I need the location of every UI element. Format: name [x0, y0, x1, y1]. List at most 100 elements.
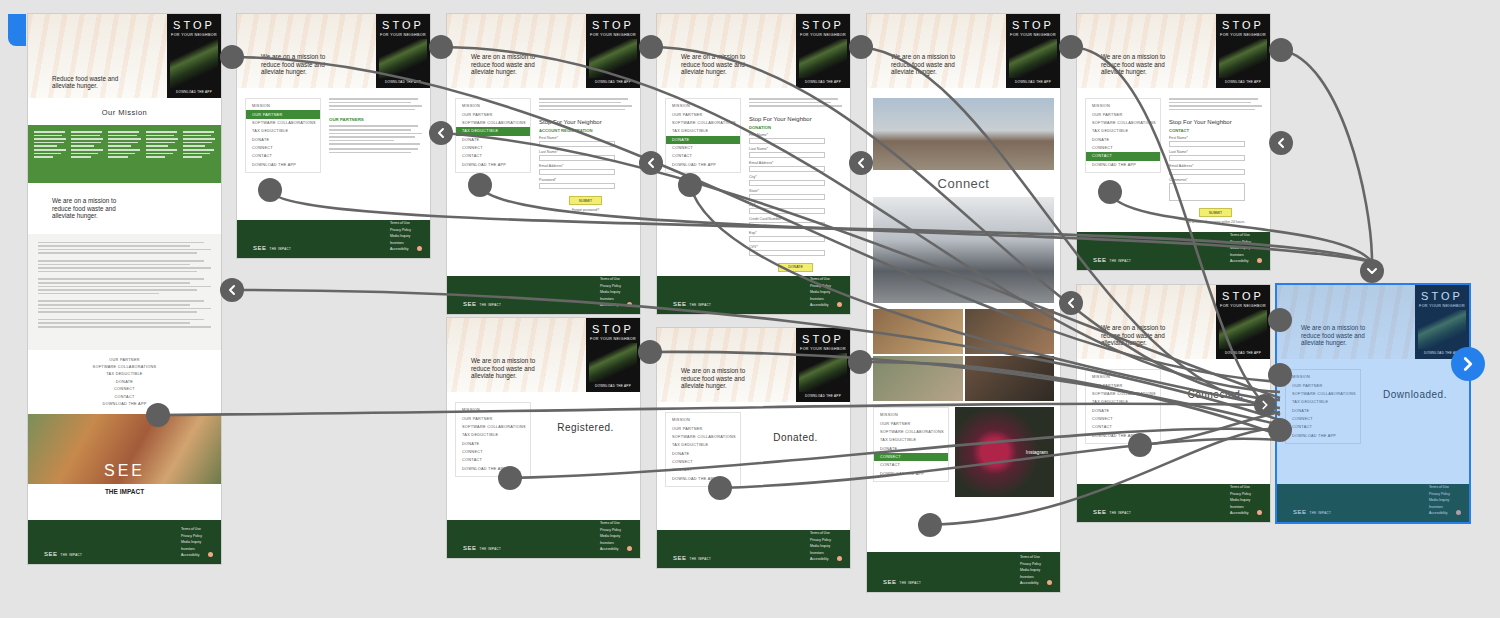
footer-link[interactable]: Investors [810, 297, 831, 301]
chevron-down-icon[interactable] [1360, 259, 1384, 283]
logo-cta[interactable]: DOWNLOAD THE APP [595, 80, 631, 84]
menu-item[interactable]: MISSION [1086, 373, 1160, 381]
connector-wire[interactable] [232, 57, 1280, 382]
stop-logo[interactable]: STOPFOR YOUR NEIGHBORDOWNLOAD THE APP [586, 14, 640, 88]
connector-handle[interactable] [498, 466, 522, 490]
connector-handle[interactable] [1059, 35, 1083, 59]
menu-item[interactable]: CONNECT [1286, 415, 1360, 423]
menu-item[interactable]: CONTACT [246, 152, 320, 160]
field-input[interactable] [749, 138, 825, 144]
submit-button[interactable]: SUBMIT [569, 196, 603, 205]
menu-item[interactable]: CONTACT [1086, 152, 1160, 160]
connector-handle[interactable] [918, 513, 942, 537]
logo-cta[interactable]: DOWNLOAD THE APP [385, 80, 421, 84]
connector-wire[interactable] [651, 47, 1280, 400]
artboard[interactable]: We are on a mission to reduce food waste… [657, 14, 850, 314]
menu-item[interactable]: TAX DEDUCTIBLE [456, 431, 530, 439]
menu-item[interactable]: OUR PARTNER [1086, 381, 1160, 389]
menu-item[interactable]: TAX DEDUCTIBLE [246, 127, 320, 135]
connector-wire[interactable] [158, 404, 1265, 415]
field-input[interactable] [749, 166, 825, 172]
chat-dot-icon[interactable] [837, 556, 842, 561]
menu-item[interactable]: CONTACT [874, 461, 948, 469]
menu-item[interactable]: MISSION [666, 416, 740, 424]
menu-item[interactable]: DOWNLOAD THE APP [456, 465, 530, 473]
menu-item[interactable]: SOFTWARE COLLABORATIONS [666, 433, 740, 441]
menu-item[interactable]: MISSION [246, 102, 320, 110]
menu-item[interactable]: TAX DEDUCTIBLE [1086, 398, 1160, 406]
footer-link[interactable]: Privacy Policy [1230, 240, 1251, 244]
connector-handle[interactable] [1268, 363, 1292, 387]
menu-item[interactable]: MISSION [874, 411, 948, 419]
connector-handle[interactable] [429, 35, 453, 59]
connector-handle[interactable] [146, 403, 170, 427]
footer-link[interactable]: Privacy Policy [1230, 492, 1251, 496]
field-input[interactable] [1169, 183, 1245, 201]
footer-link[interactable]: Accessibility [1230, 259, 1251, 263]
footer-link[interactable]: Investors [390, 241, 411, 245]
footer-link[interactable]: Terms of Use [1020, 555, 1041, 559]
footer-link[interactable]: Terms of Use [810, 531, 831, 535]
menu-item[interactable]: CONNECT [1086, 415, 1160, 423]
menu-item[interactable]: MISSION [666, 102, 740, 110]
artboard[interactable]: We are on a mission to reduce food waste… [1077, 285, 1270, 522]
artboard[interactable]: We are on a mission to reduce food waste… [447, 318, 640, 558]
stop-logo[interactable]: STOPFOR YOUR NEIGHBORDOWNLOAD THE APP [796, 14, 850, 88]
menu-item[interactable]: CONNECT [1086, 144, 1160, 152]
connector-handle[interactable] [468, 173, 492, 197]
footer-link[interactable]: Privacy Policy [1429, 492, 1450, 496]
connector-handle[interactable] [638, 340, 662, 364]
footer-link[interactable]: Privacy Policy [1020, 562, 1041, 566]
footer-link[interactable]: Accessibility [810, 303, 831, 307]
logo-cta[interactable]: DOWNLOAD THE APP [176, 90, 212, 94]
connector-wire[interactable] [1071, 47, 1280, 415]
menu-item[interactable]: SOFTWARE COLLABORATIONS [456, 423, 530, 431]
logo-cta[interactable]: DOWNLOAD THE APP [1225, 80, 1261, 84]
footer-brand[interactable]: SEETHE IMPACT [253, 245, 291, 251]
footer-link[interactable]: Accessibility [600, 303, 621, 307]
footer-link[interactable]: Terms of Use [181, 527, 202, 531]
footer-link[interactable]: Privacy Policy [181, 534, 202, 538]
connector-wire[interactable] [441, 133, 1280, 398]
menu-item[interactable]: DONATE [1086, 136, 1160, 144]
connector-handle[interactable] [1098, 180, 1122, 204]
footer-link[interactable]: Investors [181, 547, 202, 551]
menu-item[interactable]: DONATE [1286, 407, 1360, 415]
footer-link[interactable]: Terms of Use [810, 277, 831, 281]
footer-link[interactable]: Privacy Policy [600, 528, 621, 532]
nav-item[interactable]: TAX DEDUCTIBLE [106, 372, 142, 376]
connector-wire[interactable] [720, 439, 1280, 488]
menu-item[interactable]: TAX DEDUCTIBLE [1086, 127, 1160, 135]
menu-item[interactable]: MISSION [456, 406, 530, 414]
field-input[interactable] [1169, 169, 1245, 175]
menu-item[interactable]: OUR PARTNER [666, 110, 740, 118]
nav-item[interactable]: SOFTWARE COLLABORATIONS [93, 365, 157, 369]
menu-item[interactable]: CONNECT [874, 453, 948, 461]
menu-item[interactable]: TAX DEDUCTIBLE [666, 441, 740, 449]
menu-item[interactable]: TAX DEDUCTIBLE [666, 127, 740, 135]
submit-button[interactable]: DONATE [778, 263, 813, 272]
footer-link[interactable]: Privacy Policy [810, 538, 831, 542]
footer-link[interactable]: Media Inquiry [390, 234, 411, 238]
menu-item[interactable]: OUR PARTNER [456, 414, 530, 422]
footer-link[interactable]: Terms of Use [1230, 485, 1251, 489]
menu-item[interactable]: DONATE [456, 136, 530, 144]
menu-item[interactable]: SOFTWARE COLLABORATIONS [246, 119, 320, 127]
connector-wire[interactable] [480, 185, 1372, 262]
menu-item[interactable]: CONNECT [456, 448, 530, 456]
menu-item[interactable]: DOWNLOAD THE APP [456, 161, 530, 169]
connector-wire[interactable] [650, 352, 1280, 425]
artboard[interactable]: We are on a mission to reduce food waste… [1277, 285, 1469, 522]
footer-brand[interactable]: SEETHE IMPACT [673, 555, 711, 561]
connector-handle[interactable] [220, 45, 244, 69]
footer-brand[interactable]: SEETHE IMPACT [463, 301, 501, 307]
menu-item[interactable]: DONATE [874, 445, 948, 453]
chat-dot-icon[interactable] [627, 302, 632, 307]
footer-link[interactable]: Terms of Use [600, 277, 621, 281]
instagram-photo[interactable]: Instagram [955, 407, 1054, 497]
footer-link[interactable]: Media Inquiry [1429, 498, 1450, 502]
nav-item[interactable]: CONTACT [114, 395, 134, 399]
stop-logo[interactable]: STOPFOR YOUR NEIGHBORDOWNLOAD THE APP [796, 328, 850, 402]
connector-wire[interactable] [930, 428, 1280, 525]
menu-item[interactable]: TAX DEDUCTIBLE [456, 127, 530, 135]
